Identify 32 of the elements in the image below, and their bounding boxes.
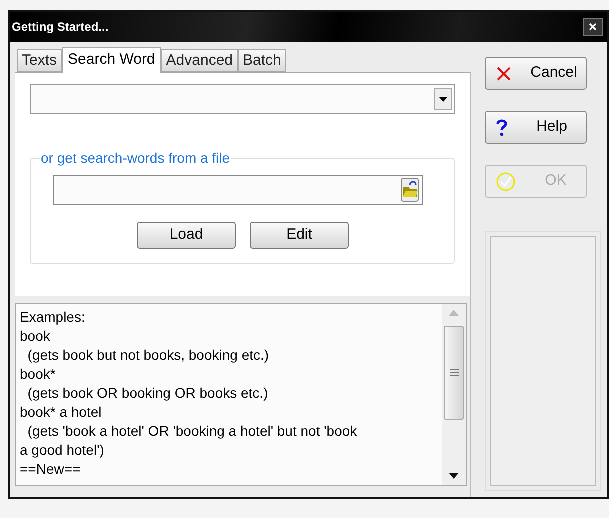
file-button[interactable]: Edit [250,222,349,249]
question-mark-icon [496,118,508,136]
grip-icon [450,368,458,376]
scroll-down-icon[interactable] [449,473,459,479]
examples-textarea[interactable]: Examples: book (gets book but not books, booking etc.) book* (gets book OR booking OR books etc.) book* a hotel (gets 'book a hotel' OR 'booking a hotel' but not 'book a good hotel') ==New== [15,303,467,486]
example-line: (gets book but not books, booking etc.) [26,346,270,365]
example-line: ==New== [20,460,82,479]
example-line: (gets 'book a hotel' OR 'booking a hotel' but not 'book [26,422,358,441]
close-button[interactable] [583,18,603,36]
example-line: book* a hotel [20,403,103,422]
dropdown-button[interactable] [434,88,452,110]
tab[interactable]: Advanced [161,49,238,72]
close-icon [496,66,512,82]
example-line: book [20,327,52,346]
scrollbar-thumb[interactable] [444,326,464,420]
side-button[interactable]: Cancel [485,57,587,90]
tab[interactable]: Search Word [62,47,162,73]
close-icon [589,23,597,31]
tab[interactable]: Texts [17,49,62,72]
example-line: (gets book OR booking OR books etc.) [26,384,270,403]
open-folder-icon[interactable] [401,178,419,202]
file-path-field[interactable] [53,175,423,205]
caret-icon [438,96,448,102]
side-button[interactable]: Help [485,111,587,144]
tab[interactable]: Batch [238,49,286,72]
example-line: book* [20,365,57,384]
example-line: Examples: [20,308,86,327]
file-button[interactable]: Load [137,222,236,249]
example-line: a good hotel') [20,441,106,460]
check-circle-icon [496,172,516,192]
window-title: Getting Started... [12,19,109,36]
vertical-scrollbar[interactable] [442,304,466,485]
